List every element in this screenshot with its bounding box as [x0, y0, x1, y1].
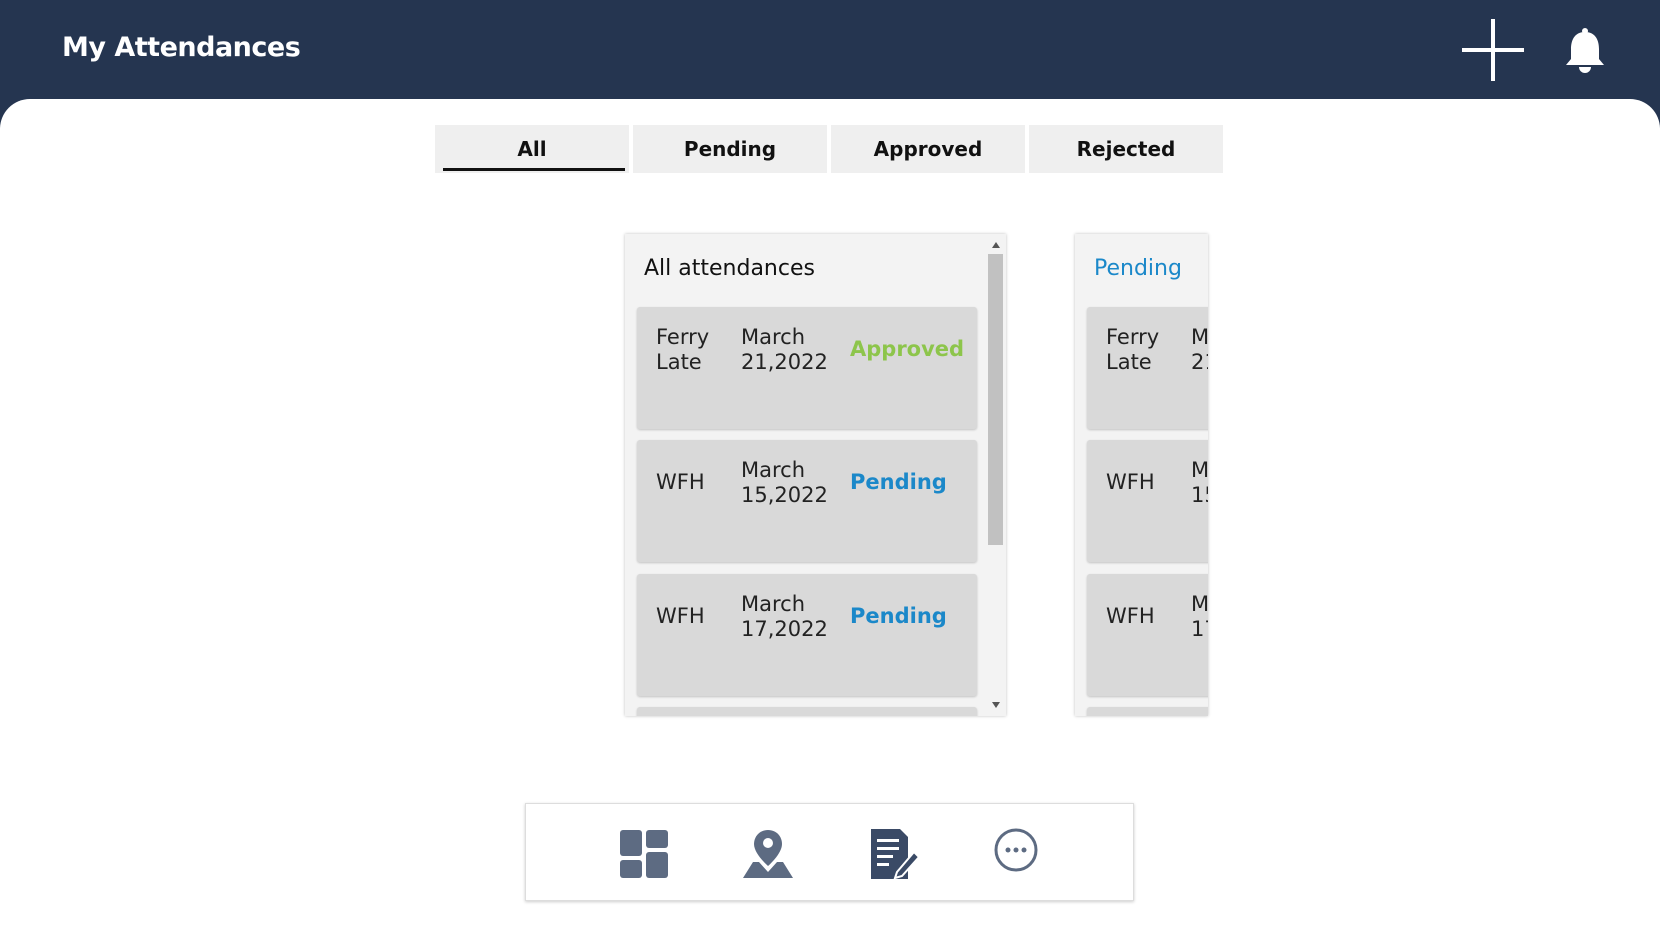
attendance-type: WFH — [656, 604, 705, 628]
bell-icon — [1566, 28, 1604, 73]
panel-heading: All attendances — [644, 256, 815, 281]
attendance-date: March 15,2022 — [741, 458, 828, 507]
attendance-card[interactable]: Ferry Late March 21,2022 Approved — [637, 307, 977, 429]
attendance-card[interactable] — [1087, 707, 1208, 716]
all-attendances-panel: All attendances Ferry Late March 21,2022… — [625, 234, 1006, 716]
nav-dashboard[interactable] — [616, 826, 672, 882]
attendance-date: March 17,2022 — [741, 592, 828, 641]
attendance-date: March 21,2022 — [741, 325, 828, 374]
attendance-date: March 17,2022 — [1191, 592, 1208, 641]
tab-rejected[interactable]: Rejected — [1029, 125, 1223, 173]
tab-approved[interactable]: Approved — [831, 125, 1025, 173]
notifications-button[interactable] — [1560, 26, 1610, 76]
nav-requests[interactable] — [864, 826, 921, 882]
attendance-card[interactable]: WFH March 17,2022 — [1087, 574, 1208, 696]
bottom-navigation — [525, 803, 1134, 901]
attendance-card[interactable] — [637, 707, 977, 716]
attendance-type: Ferry Late — [1106, 325, 1160, 374]
status-tabs: All Pending Approved Rejected — [435, 125, 1223, 173]
nav-location[interactable] — [740, 826, 796, 882]
main-content: All Pending Approved Rejected All attend… — [0, 99, 1660, 926]
attendance-type: Ferry Late — [656, 325, 710, 374]
attendance-type: WFH — [656, 470, 705, 494]
attendance-type: WFH — [1106, 604, 1155, 628]
scroll-thumb[interactable] — [988, 254, 1003, 545]
attendance-date: March 21,2022 — [1191, 325, 1208, 374]
scroll-up-arrow-icon[interactable] — [992, 242, 1000, 248]
attendance-card[interactable]: Ferry Late March 21,2022 — [1087, 307, 1208, 429]
status-badge: Pending — [850, 470, 947, 494]
attendance-date: March 15,2022 — [1191, 458, 1208, 507]
status-badge: Pending — [850, 604, 947, 628]
nav-more[interactable] — [988, 826, 1044, 882]
attendance-card[interactable]: WFH March 15,2022 Pending — [637, 440, 977, 562]
tab-pending[interactable]: Pending — [633, 125, 827, 173]
panel-heading: Pending — [1094, 256, 1182, 281]
attendance-type: WFH — [1106, 470, 1155, 494]
app-header: My Attendances — [0, 0, 1660, 100]
pending-panel: Pending Ferry Late March 21,2022 WFH Mar… — [1075, 234, 1208, 716]
panel-scrollbar[interactable] — [985, 234, 1006, 716]
attendance-card[interactable]: WFH March 17,2022 Pending — [637, 574, 977, 696]
add-attendance-button[interactable] — [1460, 17, 1526, 83]
status-badge: Approved — [850, 337, 965, 361]
tab-all[interactable]: All — [435, 125, 629, 173]
page-title: My Attendances — [62, 32, 301, 63]
attendance-card[interactable]: WFH March 15,2022 — [1087, 440, 1208, 562]
scroll-down-arrow-icon[interactable] — [992, 702, 1000, 708]
notes-edit-icon — [871, 829, 921, 880]
more-options-icon — [994, 828, 1038, 872]
dashboard-icon — [620, 830, 668, 878]
map-location-icon — [743, 830, 793, 878]
